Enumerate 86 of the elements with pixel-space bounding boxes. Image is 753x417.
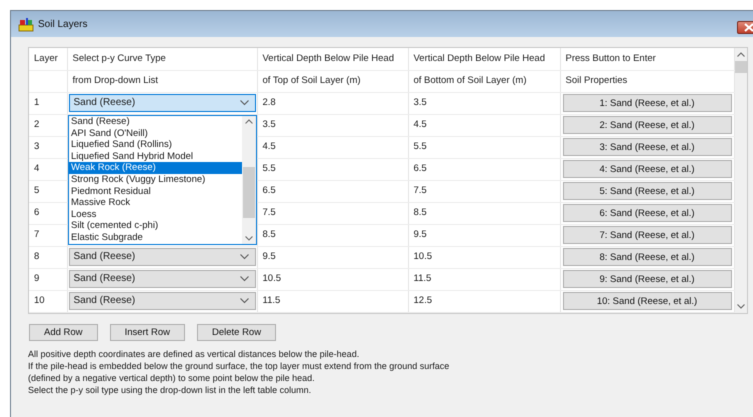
column-header: Vertical Depth Below Pile Head <box>414 52 545 64</box>
layer-number: 9 <box>34 273 40 284</box>
dropdown-option[interactable]: Liquefied Sand Hybrid Model <box>69 150 242 162</box>
curve-type-dropdown[interactable]: Sand (Reese) <box>68 270 256 288</box>
soil-properties-button[interactable]: 10: Sand (Reese, et al.) <box>562 292 732 310</box>
table-cell: 7.5 <box>262 207 276 218</box>
dropdown-option[interactable]: Massive Rock <box>69 197 242 209</box>
column-header: from Drop-down List <box>72 75 158 86</box>
table-cell: 11.5 <box>262 295 280 306</box>
column-header: Vertical Depth Below Pile Head <box>262 52 394 64</box>
column-header: Soil Properties <box>566 75 628 86</box>
column-header: of Bottom of Soil Layer (m) <box>414 75 526 86</box>
table-cell: 10.5 <box>414 251 432 262</box>
chevron-down-icon <box>240 254 248 260</box>
layer-number: 5 <box>34 185 40 196</box>
row-action-button[interactable]: Delete Row <box>196 324 276 340</box>
note-text: (defined by a negative vertical depth) to some point below the pile head. <box>28 372 316 384</box>
chevron-down-icon <box>240 298 248 304</box>
scroll-thumb[interactable] <box>243 167 255 218</box>
table-cell: 3.5 <box>414 97 427 108</box>
table-cell: 4.5 <box>262 141 276 152</box>
dropdown-option[interactable]: Sand (Reese) <box>69 116 242 128</box>
table-cell: 6.5 <box>262 185 276 196</box>
table-cell: 11.5 <box>414 273 432 284</box>
soil-properties-button[interactable]: 4: Sand (Reese, et al.) <box>562 160 732 178</box>
curve-type-dropdown[interactable]: Sand (Reese) <box>68 292 256 310</box>
table-cell: 7.5 <box>414 185 427 196</box>
scroll-up-icon <box>245 119 253 124</box>
table-cell: 2.8 <box>262 97 276 108</box>
window-title: Soil Layers <box>38 18 88 30</box>
column-header: of Top of Soil Layer (m) <box>262 75 361 86</box>
soil-properties-button[interactable]: 6: Sand (Reese, et al.) <box>562 204 732 222</box>
layer-number: 6 <box>34 207 40 218</box>
table-cell: 6.5 <box>414 163 427 174</box>
soil-properties-button[interactable]: 5: Sand (Reese, et al.) <box>562 182 732 200</box>
scroll-up-icon <box>736 52 745 57</box>
table-cell: 5.5 <box>414 141 427 152</box>
close-icon <box>744 23 753 32</box>
note-text: All positive depth coordinates are defined as vertical distances below the pile-head. <box>28 348 360 360</box>
dropdown-option[interactable]: Loess <box>69 208 242 220</box>
table-cell: 9.5 <box>414 229 427 240</box>
curve-type-dropdown[interactable]: Sand (Reese) <box>68 94 256 112</box>
table-cell: 8.5 <box>414 207 427 218</box>
row-action-button[interactable]: Add Row <box>29 324 98 340</box>
layer-number: 7 <box>34 229 40 240</box>
scroll-down-icon <box>736 304 745 308</box>
dropdown-option[interactable]: Liquefied Sand (Rollins) <box>69 139 242 151</box>
chevron-down-icon <box>240 276 248 282</box>
dropdown-option[interactable]: API Sand (O'Neill) <box>69 128 242 140</box>
dropdown-option[interactable]: Piedmont Residual <box>69 186 242 198</box>
table-cell: 3.5 <box>262 119 276 130</box>
column-header: Select p-y Curve Type <box>72 52 166 64</box>
scrollbar[interactable] <box>734 48 747 312</box>
chevron-down-icon <box>240 100 248 106</box>
table-cell: 5.5 <box>262 163 276 174</box>
layer-number: 2 <box>34 119 40 130</box>
table-cell: 12.5 <box>414 295 432 306</box>
row-action-button[interactable]: Insert Row <box>110 324 185 340</box>
scroll-down-icon <box>245 236 253 241</box>
layer-number: 8 <box>34 251 40 262</box>
soil-properties-button[interactable]: 9: Sand (Reese, et al.) <box>562 270 732 288</box>
scrollbar[interactable] <box>242 116 256 244</box>
curve-type-dropdown[interactable]: Sand (Reese) <box>68 248 256 266</box>
dropdown-option[interactable]: Strong Rock (Vuggy Limestone) <box>69 174 242 186</box>
dropdown-option[interactable]: Silt (cemented c-phi) <box>69 220 242 232</box>
soil-properties-button[interactable]: 3: Sand (Reese, et al.) <box>562 138 732 156</box>
layer-number: 3 <box>34 141 40 152</box>
table-cell: 9.5 <box>262 251 276 262</box>
table-cell: 4.5 <box>414 119 427 130</box>
soil-properties-button[interactable]: 8: Sand (Reese, et al.) <box>562 248 732 266</box>
column-header: Press Button to Enter <box>566 52 656 64</box>
dropdown-option[interactable]: Weak Rock (Reese) <box>69 162 242 174</box>
note-text: If the pile-head is embedded below the ground surface, the top layer must extend from the ground surface <box>28 360 450 372</box>
soil-properties-button[interactable]: 7: Sand (Reese, et al.) <box>562 226 732 244</box>
soil-properties-button[interactable]: 1: Sand (Reese, et al.) <box>562 94 732 112</box>
note-text: Select the p-y soil type using the drop-down list in the left table column. <box>28 384 312 396</box>
column-header: Layer <box>34 52 58 64</box>
soil-properties-button[interactable]: 2: Sand (Reese, et al.) <box>562 116 732 134</box>
layer-number: 1 <box>34 97 40 108</box>
scroll-thumb[interactable] <box>734 61 747 73</box>
layer-number: 10 <box>34 295 45 306</box>
table-cell: 8.5 <box>262 229 276 240</box>
dropdown-option[interactable]: Elastic Subgrade <box>69 232 242 244</box>
table-cell: 10.5 <box>262 273 281 284</box>
app-icon <box>18 16 34 32</box>
layer-number: 4 <box>34 163 40 174</box>
